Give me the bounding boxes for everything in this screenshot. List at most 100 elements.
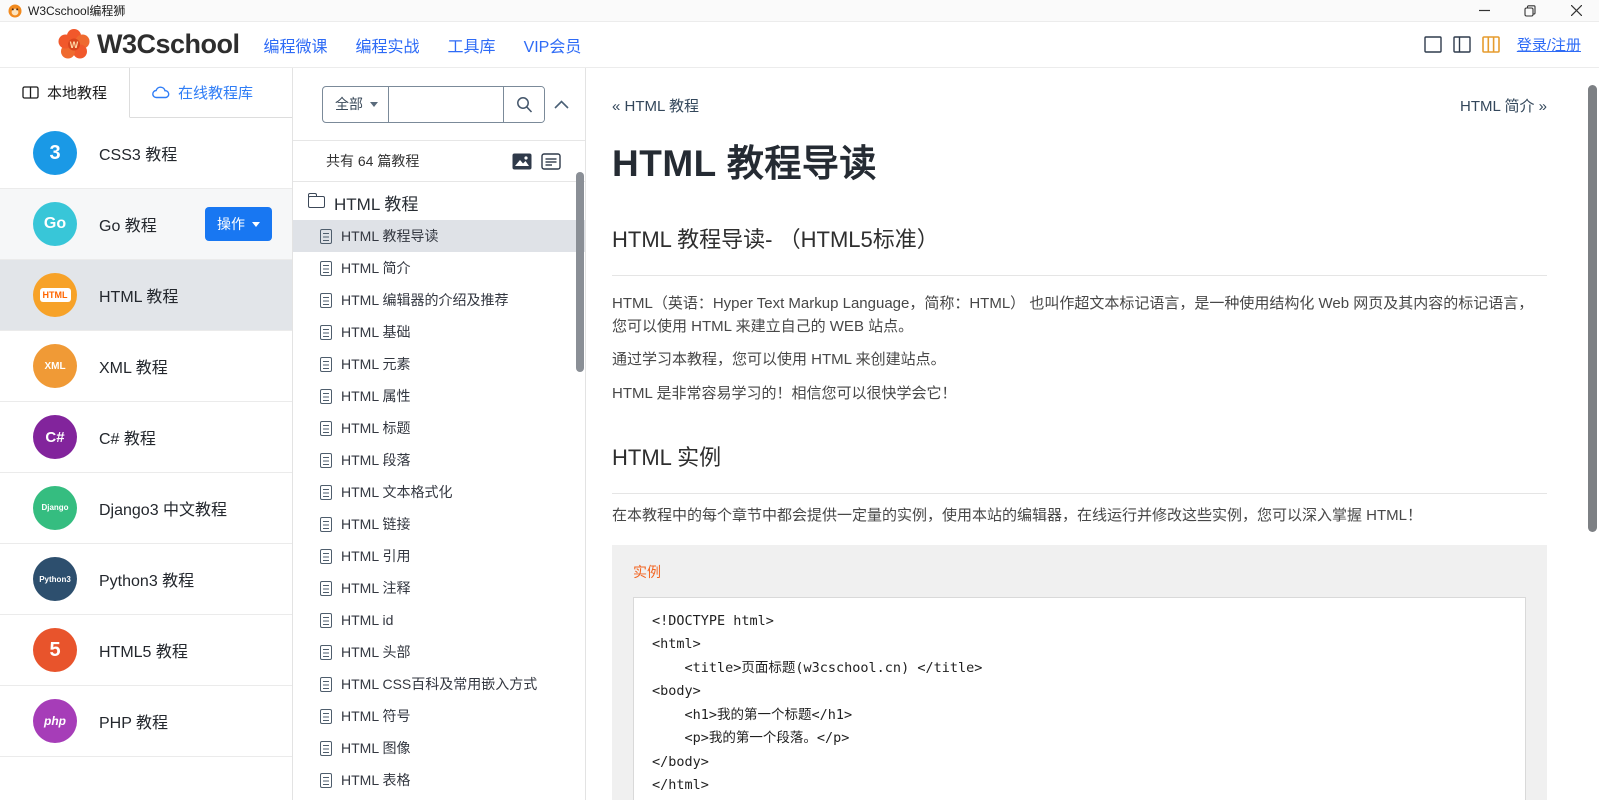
nav-item-vip[interactable]: VIP会员 xyxy=(524,33,582,57)
chapter-item[interactable]: HTML 链接 xyxy=(293,508,585,540)
tab-local-tutorials[interactable]: 本地教程 xyxy=(0,68,131,118)
three-pane-icon[interactable] xyxy=(1482,36,1500,53)
xml-tutorial-icon: XML xyxy=(33,344,77,388)
document-icon xyxy=(320,740,332,756)
document-icon xyxy=(320,260,332,276)
next-chapter-link[interactable]: HTML 简介 » xyxy=(1460,95,1547,116)
caret-down-icon xyxy=(252,221,260,227)
example-label: 实例 xyxy=(633,563,661,580)
document-icon xyxy=(320,292,332,308)
code-block: <!DOCTYPE html> <html> <title>页面标题(w3csc… xyxy=(633,596,1526,800)
top-navigation: 编程微课 编程实战 工具库 VIP会员 xyxy=(264,33,582,57)
paragraph: HTML 是非常容易学习的！相信您可以很快学会它！ xyxy=(612,384,957,402)
two-pane-icon[interactable] xyxy=(1453,36,1471,53)
double-chevron-right-icon: » xyxy=(1538,98,1547,115)
html5-tutorial-icon: 5 xyxy=(33,628,77,672)
svg-text:W: W xyxy=(70,40,79,50)
cloud-icon xyxy=(152,86,170,99)
tab-label: 本地教程 xyxy=(47,85,108,102)
django3-tutorial-icon: Django xyxy=(33,486,77,530)
sidebar-item-go[interactable]: Go Go 教程 操作 xyxy=(0,189,292,260)
document-icon xyxy=(320,452,332,468)
sidebar-item-python3[interactable]: Python3 Python3 教程 xyxy=(0,544,292,615)
chapter-item[interactable]: HTML 符号 xyxy=(293,700,585,732)
sidebar-item-html5[interactable]: 5 HTML5 教程 xyxy=(0,615,292,686)
image-view-icon[interactable] xyxy=(512,153,532,170)
document-icon xyxy=(320,644,332,660)
w3cschool-logo[interactable]: W W3Cschool xyxy=(55,26,240,64)
chapter-item[interactable]: HTML 头部 xyxy=(293,636,585,668)
example-box: 实例 <!DOCTYPE html> <html> <title>页面标题(w3… xyxy=(612,544,1547,800)
chapter-item[interactable]: HTML 注释 xyxy=(293,572,585,604)
content-scrollbar[interactable] xyxy=(1588,85,1597,532)
document-icon xyxy=(320,708,332,724)
section-heading: HTML 教程导读- （HTML5标准） xyxy=(612,227,939,252)
php-tutorial-icon: php xyxy=(33,699,77,743)
chapter-item[interactable]: HTML id xyxy=(293,604,585,636)
close-button[interactable] xyxy=(1553,0,1599,21)
catalog-section-header[interactable]: HTML 教程 xyxy=(293,184,585,220)
paragraph: 通过学习本教程，您可以使用 HTML 来创建站点。 xyxy=(612,351,946,368)
chapter-item[interactable]: HTML 文本格式化 xyxy=(293,476,585,508)
article-pane: « HTML 教程 HTML 简介 » HTML 教程导读 HTML 教程导读-… xyxy=(586,68,1599,800)
sidebar-item-css3[interactable]: 3 CSS3 教程 xyxy=(0,118,292,189)
nav-item-shizhan[interactable]: 编程实战 xyxy=(356,33,420,57)
search-bar: 全部 xyxy=(322,85,545,123)
chapter-item[interactable]: HTML CSS百科及常用嵌入方式 xyxy=(293,668,585,700)
chapter-item[interactable]: HTML 段落 xyxy=(293,444,585,476)
sidebar-item-django3[interactable]: Django Django3 中文教程 xyxy=(0,473,292,544)
document-icon xyxy=(320,228,332,244)
catalog-scrollbar[interactable] xyxy=(576,172,584,372)
login-register-link[interactable]: 登录/注册 xyxy=(1517,34,1581,55)
chapter-item[interactable]: HTML 表格 xyxy=(293,764,585,796)
prev-chapter-link[interactable]: « HTML 教程 xyxy=(612,95,699,116)
document-icon xyxy=(320,420,332,436)
chevron-up-icon[interactable] xyxy=(554,99,569,109)
logo-text: W3Cschool xyxy=(97,29,240,59)
sidebar-item-xml[interactable]: XML XML 教程 xyxy=(0,331,292,402)
tutorial-count: 共有 64 篇教程 xyxy=(326,153,420,169)
single-pane-icon[interactable] xyxy=(1424,36,1442,53)
search-input[interactable] xyxy=(389,86,503,122)
catalog-section-title: HTML 教程 xyxy=(334,194,419,214)
chapter-item[interactable]: HTML 编辑器的介绍及推荐 xyxy=(293,284,585,316)
folder-icon xyxy=(307,192,325,208)
sidebar-item-php[interactable]: php PHP 教程 xyxy=(0,686,292,757)
chapter-item[interactable]: HTML 图像 xyxy=(293,732,585,764)
tab-label: 在线教程库 xyxy=(178,85,254,102)
css3-tutorial-icon: 3 xyxy=(33,131,77,175)
action-dropdown-button[interactable]: 操作 xyxy=(205,207,272,241)
book-icon xyxy=(22,86,39,99)
catalog-count-bar: 共有 64 篇教程 xyxy=(293,140,585,182)
chapter-item[interactable]: HTML 基础 xyxy=(293,316,585,348)
window-title: W3Cschool编程狮 xyxy=(28,4,126,18)
document-icon xyxy=(320,676,332,692)
caret-down-icon xyxy=(370,101,378,107)
document-icon xyxy=(320,324,332,340)
sidebar-item-csharp[interactable]: C# C# 教程 xyxy=(0,402,292,473)
restore-button[interactable] xyxy=(1507,0,1553,21)
search-button[interactable] xyxy=(503,86,544,122)
nav-item-tools[interactable]: 工具库 xyxy=(448,33,496,57)
python3-tutorial-icon: Python3 xyxy=(33,557,77,601)
chapter-item[interactable]: HTML 简介 xyxy=(293,252,585,284)
search-filter-dropdown[interactable]: 全部 xyxy=(323,86,389,122)
window-titlebar: W3Cschool编程狮 xyxy=(0,0,1599,22)
chapter-item[interactable]: HTML 教程导读 xyxy=(293,220,585,252)
document-icon xyxy=(320,484,332,500)
sidebar-item-html[interactable]: HTML HTML 教程 xyxy=(0,260,292,331)
csharp-tutorial-icon: C# xyxy=(33,415,77,459)
paragraph: 在本教程中的每个章节中都会提供一定量的实例，使用本站的编辑器，在线运行并修改这些… xyxy=(612,507,1423,524)
chapter-item[interactable]: HTML 元素 xyxy=(293,348,585,380)
tab-online-library[interactable]: 在线教程库 xyxy=(130,68,275,117)
chapter-item[interactable]: HTML 引用 xyxy=(293,540,585,572)
document-icon xyxy=(320,772,332,788)
app-lion-icon xyxy=(8,4,22,18)
document-icon xyxy=(320,516,332,532)
document-icon xyxy=(320,612,332,628)
chapter-item[interactable]: HTML 属性 xyxy=(293,380,585,412)
minimize-button[interactable] xyxy=(1461,0,1507,21)
chapter-item[interactable]: HTML 标题 xyxy=(293,412,585,444)
nav-item-weike[interactable]: 编程微课 xyxy=(264,33,328,57)
text-view-icon[interactable] xyxy=(541,152,561,170)
